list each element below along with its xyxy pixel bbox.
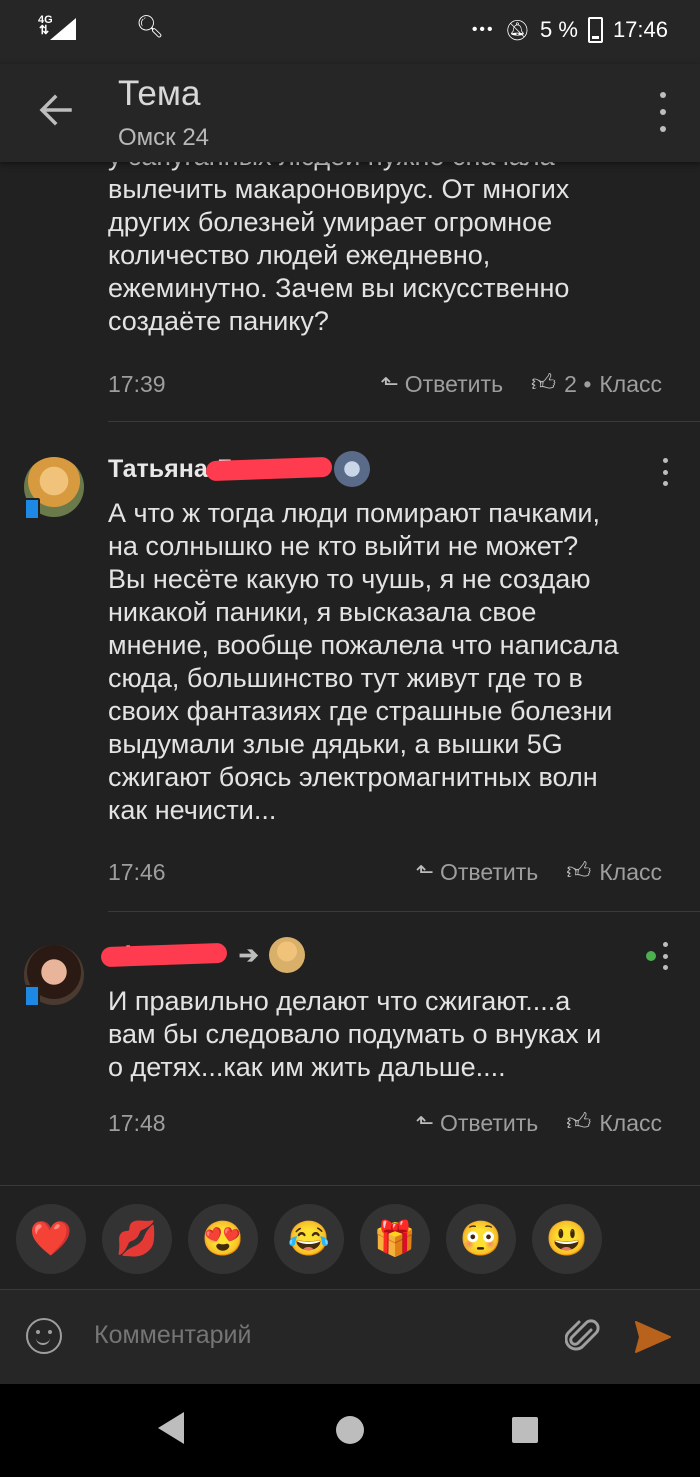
reply-button[interactable]: ⬑ Ответить <box>416 1110 539 1137</box>
like-label: Класс <box>599 370 662 397</box>
divider <box>0 1185 700 1186</box>
like-button[interactable]: 👍︎ 2 • Класс <box>531 370 662 398</box>
reaction-heart-eyes[interactable]: 😍 <box>188 1204 258 1274</box>
comment-menu-icon[interactable] <box>662 942 668 970</box>
divider <box>108 911 700 912</box>
thumbs-up-icon: 👍︎ <box>531 370 557 397</box>
reaction-gift[interactable]: 🎁 <box>360 1204 430 1274</box>
group-avatar <box>334 451 371 487</box>
thumbs-up-icon: 👍︎ <box>566 1109 592 1136</box>
online-indicator <box>646 951 656 961</box>
nav-recents-icon[interactable] <box>512 1417 538 1443</box>
mobile-badge-icon <box>24 498 40 520</box>
thumbs-up-icon: 👍︎ <box>566 858 592 885</box>
bell-off-icon: 🔕︎ <box>504 19 531 42</box>
more-options-icon[interactable] <box>656 92 670 132</box>
comment-meta: 17:39 ⬑ Ответить 👍︎ 2 • Класс <box>108 369 662 399</box>
reaction-laugh[interactable]: 😂 <box>274 1204 344 1274</box>
emoji-icon[interactable] <box>26 1318 62 1354</box>
more-notifications-icon: ••• <box>471 21 495 38</box>
reaction-flushed[interactable]: 😳 <box>446 1204 516 1274</box>
nav-home-icon[interactable] <box>336 1416 364 1444</box>
redaction-mark <box>205 456 333 482</box>
clock: 17:46 <box>612 17 668 42</box>
comment-time: 17:39 <box>108 370 166 397</box>
signal-icon: 4G ⇅ <box>38 14 78 40</box>
page-title: Тема <box>118 74 201 113</box>
like-button[interactable]: 👍︎ Класс <box>566 1109 662 1137</box>
battery-percent: 5 % <box>540 17 578 42</box>
reaction-heart[interactable]: ❤️ <box>16 1204 86 1274</box>
reaction-smile[interactable]: 😃 <box>532 1204 602 1274</box>
arrow-right-icon: ➔ <box>238 941 259 969</box>
reply-icon: ⬑ <box>415 1110 434 1135</box>
comment-text: И правильно делают что сжигают....а вам … <box>108 986 602 1082</box>
system-nav-bar <box>0 1384 700 1477</box>
reply-label: Ответить <box>439 1109 539 1136</box>
comment-time: 17:46 <box>108 858 166 885</box>
comments-list[interactable]: у запуганных людей нужно сначала вылечит… <box>0 145 700 1185</box>
send-icon[interactable] <box>634 1320 672 1359</box>
battery-icon <box>587 17 603 43</box>
app-bar: Тема Омск 24 <box>0 64 700 162</box>
redaction-mark <box>100 942 227 968</box>
comment-composer <box>0 1290 700 1384</box>
status-bar: 4G ⇅ 🔍︎ ••• 🔕︎ 5 % 17:46 <box>0 0 700 64</box>
like-count: 2 • <box>564 370 592 397</box>
comment-text: А что ж тогда люди помирают пачками, на … <box>108 498 619 825</box>
comment-input[interactable] <box>92 1320 536 1351</box>
reaction-bar: ❤️ 💋 😍 😂 🎁 😳 😃 <box>16 1204 602 1274</box>
like-label: Класс <box>599 1109 662 1136</box>
reaction-kiss[interactable]: 💋 <box>102 1204 172 1274</box>
comment-text: у запуганных людей нужно сначала вылечит… <box>108 145 570 336</box>
reply-to-avatar[interactable] <box>268 937 305 973</box>
nav-back-icon[interactable] <box>158 1412 184 1444</box>
paperclip-icon[interactable] <box>564 1316 601 1361</box>
like-button[interactable]: 👍︎ Класс <box>566 858 662 886</box>
page-subtitle: Омск 24 <box>118 124 210 151</box>
reply-button[interactable]: ⬑ Ответить <box>416 859 539 886</box>
back-arrow-icon[interactable] <box>34 88 78 132</box>
comment-author[interactable]: ❤︎ Iren ➔ <box>100 937 305 973</box>
reply-label: Ответить <box>439 858 539 885</box>
comment-author[interactable]: Татьяна Л <box>108 451 371 487</box>
search-icon[interactable]: 🔍︎ <box>136 14 164 40</box>
comment-menu-icon[interactable] <box>662 458 668 486</box>
comment-meta: 17:46 ⬑ Ответить 👍︎ Класс <box>108 857 662 887</box>
comment-meta: 17:48 ⬑ Ответить 👍︎ Класс <box>108 1108 662 1138</box>
reply-icon: ⬑ <box>415 859 434 884</box>
reply-button[interactable]: ⬑ Ответить <box>380 371 503 398</box>
reply-label: Ответить <box>404 370 504 397</box>
like-label: Класс <box>599 858 662 885</box>
reply-icon: ⬑ <box>380 371 399 396</box>
mobile-badge-icon <box>24 985 40 1007</box>
comment-time: 17:48 <box>108 1109 166 1136</box>
divider <box>108 421 700 422</box>
